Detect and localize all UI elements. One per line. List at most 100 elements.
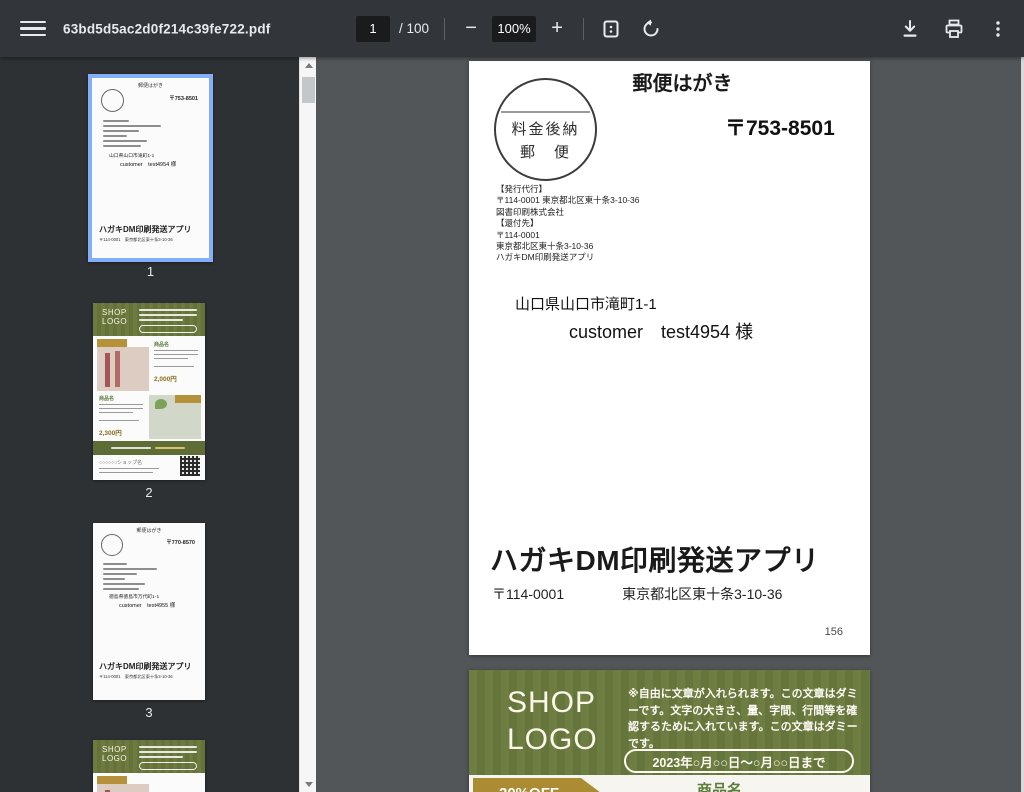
scroll-down-icon[interactable] xyxy=(300,776,317,792)
thumbnail-label-3[interactable]: 3 xyxy=(93,705,205,720)
page-total-label: / 100 xyxy=(399,21,429,36)
document-title: 63bd5d5ac2d0f214c39fe722.pdf xyxy=(63,21,270,36)
thumbnail-page-2[interactable]: SHOP LOGO 商品名 2,000円 商品名 xyxy=(93,303,205,480)
thumbnail-page-4[interactable]: SHOP LOGO xyxy=(93,740,205,792)
download-icon[interactable] xyxy=(898,17,922,41)
zoom-level[interactable]: 100% xyxy=(492,16,536,42)
mini-price: 2,000円 xyxy=(154,373,177,383)
recipient-address: 山口県山口市滝町1-1 xyxy=(515,293,657,314)
mini-flyer-header: SHOP LOGO xyxy=(93,303,205,336)
thumbnail-label-2[interactable]: 2 xyxy=(93,485,205,500)
flyer-header: SHOP LOGO ※自由に文章が入れられます。この文章はダミーです。文字の大き… xyxy=(469,670,870,775)
mini-text-line xyxy=(139,309,197,311)
sender-line: 図書印刷株式会社 xyxy=(496,207,639,218)
discount-badge: 20%OFF xyxy=(473,778,601,792)
sender-info-block: 【発行代行】 〒114-0001 東京都北区東十条3-10-36 図書印刷株式会… xyxy=(496,184,639,264)
thumbnail-sidebar: 郵便はがき 〒753-8501 山口県山口市滝町1-1 customer tes… xyxy=(0,57,299,792)
stamp-text-1: 料金後納 xyxy=(496,118,595,139)
product-name-label: 商品名 xyxy=(697,779,742,792)
mini-text-line xyxy=(99,412,133,413)
scrollbar-thumb[interactable] xyxy=(302,77,315,103)
sidebar-scrollbar[interactable] xyxy=(299,57,316,792)
sender-line: 〒114-0001 東京都北区東十条3-10-36 xyxy=(496,195,639,206)
mini-text-line xyxy=(99,468,159,469)
pdf-viewer-app: 63bd5d5ac2d0f214c39fe722.pdf / 100 − 100… xyxy=(0,0,1024,792)
rotate-ccw-icon[interactable] xyxy=(639,17,663,41)
mini-footer-title: ハガキDM印刷発送アプリ xyxy=(99,661,191,672)
thumbnail-page-1[interactable]: 郵便はがき 〒753-8501 山口県山口市滝町1-1 customer tes… xyxy=(88,74,213,262)
stamp-text-2: 郵 便 xyxy=(496,141,595,162)
mini-qr-code xyxy=(180,456,200,476)
mini-postcard-title: 郵便はがき xyxy=(93,527,205,534)
thumbnail-page-3[interactable]: 郵便はがき 〒770-8570 徳島県徳島市万代町1-1 customer te… xyxy=(93,523,205,700)
mini-text-line xyxy=(103,145,141,147)
mini-bottle xyxy=(115,351,120,387)
zoom-in-icon[interactable]: + xyxy=(546,17,568,40)
mini-date-pill xyxy=(139,762,197,770)
toolbar-actions xyxy=(898,17,1010,41)
mini-discount-tag xyxy=(97,339,127,347)
scroll-up-icon[interactable] xyxy=(300,57,317,73)
fit-page-icon[interactable] xyxy=(599,17,623,41)
mini-coupon-band xyxy=(93,441,205,455)
mini-footer-line: 〒114-0001 東京都北区東十条3-10-36 xyxy=(99,237,173,243)
mini-text-line xyxy=(103,563,127,565)
mini-shop-name: ○○○○○○ショップ名 xyxy=(99,459,142,466)
mini-text-line xyxy=(103,583,145,585)
page-number-input[interactable] xyxy=(356,16,390,42)
footer-address: 東京都北区東十条3-10-36 xyxy=(622,584,782,604)
mini-stamp-icon xyxy=(101,89,124,112)
mini-stamp-icon xyxy=(101,534,123,556)
postage-stamp-icon: 料金後納 郵 便 xyxy=(494,78,597,181)
print-icon[interactable] xyxy=(942,17,966,41)
mini-postal: 〒753-8501 xyxy=(169,94,198,102)
mini-text-line xyxy=(103,573,137,575)
more-icon[interactable] xyxy=(986,17,1010,41)
pdf-page-2: SHOP LOGO ※自由に文章が入れられます。この文章はダミーです。文字の大き… xyxy=(469,670,870,792)
shop-logo: SHOP LOGO xyxy=(507,684,598,758)
footer-address-line: 〒114-0001 東京都北区東十条3-10-36 xyxy=(492,584,782,604)
toolbar-separator xyxy=(444,18,445,40)
sender-line: 【発行代行】 xyxy=(496,184,639,195)
menu-icon[interactable] xyxy=(20,16,46,42)
mini-text-line xyxy=(103,125,161,127)
pdf-page-1: 郵便はがき 料金後納 郵 便 〒753-8501 【発行代行】 〒114-000… xyxy=(469,61,870,655)
zoom-out-icon[interactable]: − xyxy=(460,17,482,40)
mini-recipient-address: 徳島県徳島市万代町1-1 xyxy=(109,593,159,600)
mini-recipient-name: customer test4955 様 xyxy=(119,601,175,609)
flyer-body-strip: 20%OFF 商品名 xyxy=(469,775,870,792)
mini-discount-tag xyxy=(97,776,127,784)
mini-product-label: 商品名 xyxy=(99,395,114,402)
sender-line: 【還付先】 xyxy=(496,218,639,229)
mini-recipient-address: 山口県山口市滝町1-1 xyxy=(109,152,154,159)
mini-bottle xyxy=(105,353,110,387)
recipient-name: customer test4954 様 xyxy=(569,318,753,344)
mini-product-label: 商品名 xyxy=(154,341,169,348)
pdf-page-viewport: 郵便はがき 料金後納 郵 便 〒753-8501 【発行代行】 〒114-000… xyxy=(316,57,1021,792)
sender-line: 東京都北区東十条3-10-36 xyxy=(496,241,639,252)
mini-price: 2,300円 xyxy=(99,427,122,437)
mini-text-line xyxy=(103,130,139,132)
mini-text-line xyxy=(139,746,197,748)
mini-text-line xyxy=(139,314,197,316)
footer-postal: 〒114-0001 xyxy=(492,584,564,604)
toolbar-separator xyxy=(583,18,584,40)
sender-line: 〒114-0001 xyxy=(496,230,639,241)
mini-footer-title: ハガキDM印刷発送アプリ xyxy=(99,224,191,235)
mini-text-line xyxy=(99,472,153,473)
flyer-date-pill: 2023年○月○○日～○月○○日まで xyxy=(624,749,854,773)
toolbar: 63bd5d5ac2d0f214c39fe722.pdf / 100 − 100… xyxy=(0,0,1024,57)
sender-line: ハガキDM印刷発送アプリ xyxy=(496,252,639,263)
mini-text-line xyxy=(103,135,127,137)
mini-text-line xyxy=(154,366,194,367)
mini-postcard-title: 郵便はがき xyxy=(92,82,209,89)
mini-footer-line: 〒114-0001 東京都北区東十条3-10-36 xyxy=(99,674,173,680)
mini-text-line xyxy=(139,751,197,753)
mini-postal: 〒770-8570 xyxy=(166,538,195,546)
mini-text-line xyxy=(154,350,198,351)
mini-flyer-header: SHOP LOGO xyxy=(93,740,205,773)
recipient-postal-code: 〒753-8501 xyxy=(725,112,835,142)
thumbnail-label-1[interactable]: 1 xyxy=(88,264,213,279)
page-controls: / 100 − 100% + xyxy=(356,16,663,42)
flyer-dummy-text: ※自由に文章が入れられます。この文章はダミーです。文字の大きさ、量、字間、行間等… xyxy=(628,686,861,752)
